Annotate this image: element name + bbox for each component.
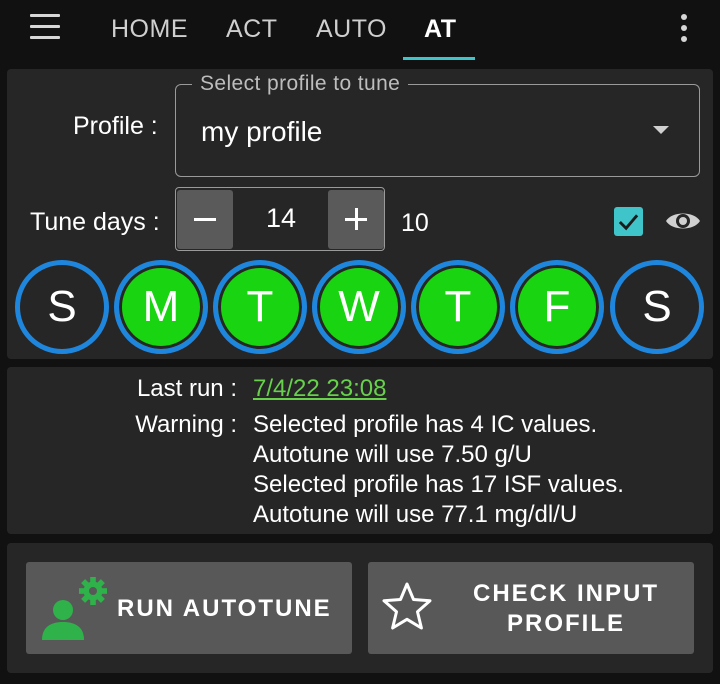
check-input-label-line1: CHECK INPUT: [472, 580, 659, 607]
tune-days-value[interactable]: 14: [235, 203, 327, 234]
check-input-profile-button[interactable]: CHECK INPUT PROFILE: [368, 562, 694, 654]
warning-line: Autotune will use 77.1 mg/dl/U: [253, 501, 578, 528]
warning-line: Selected profile has 17 ISF values.: [253, 471, 624, 498]
weekday-friday[interactable]: F: [510, 260, 604, 354]
tab-auto[interactable]: AUTO: [316, 12, 387, 46]
app-bar: HOME ACT AUTO AT: [0, 0, 720, 62]
days-count: 10: [401, 209, 429, 237]
tab-at[interactable]: AT: [424, 12, 456, 46]
warning-line: Autotune will use 7.50 g/U: [253, 441, 532, 468]
decrement-button[interactable]: [177, 190, 233, 249]
weekday-sunday[interactable]: S: [15, 260, 109, 354]
user-settings-icon: [42, 577, 107, 640]
tab-act[interactable]: ACT: [226, 12, 278, 46]
eye-icon[interactable]: [664, 207, 702, 235]
minus-icon: [194, 218, 216, 221]
warning-line: Selected profile has 4 IC values.: [253, 411, 598, 438]
weekday-saturday[interactable]: S: [610, 260, 704, 354]
tune-days-label: Tune days :: [30, 208, 160, 236]
star-outline-icon: [382, 582, 432, 630]
last-run-label: Last run :: [136, 375, 237, 402]
dropdown-arrow-icon[interactable]: [653, 126, 669, 134]
weekday-tuesday[interactable]: T: [213, 260, 307, 354]
run-autotune-label: RUN AUTOTUNE: [117, 595, 332, 622]
run-autotune-button[interactable]: RUN AUTOTUNE: [26, 562, 352, 654]
last-run-link[interactable]: 7/4/22 23:08: [253, 375, 386, 403]
warning-label: Warning :: [135, 411, 237, 438]
increment-button[interactable]: [328, 190, 384, 249]
weekday-thursday[interactable]: T: [411, 260, 505, 354]
weekday-wednesday[interactable]: W: [312, 260, 406, 354]
check-input-label-line2: PROFILE: [506, 610, 625, 637]
tab-home[interactable]: HOME: [111, 12, 188, 46]
hamburger-menu-icon[interactable]: [30, 14, 62, 40]
active-tab-indicator: [403, 57, 475, 60]
more-vert-icon[interactable]: [679, 14, 689, 44]
profile-select-legend: Select profile to tune: [192, 72, 409, 96]
profile-label: Profile :: [73, 112, 158, 140]
weekday-monday[interactable]: M: [114, 260, 208, 354]
check-icon: [618, 214, 639, 231]
profile-select-value: my profile: [201, 116, 323, 147]
weekday-filter-checkbox[interactable]: [614, 207, 643, 236]
